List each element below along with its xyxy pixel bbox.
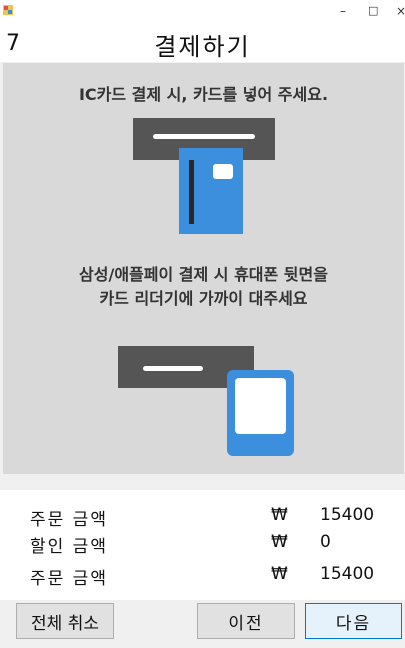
mobile-pay-instruction-line1: 삼성/애플페이 결제 시 휴대폰 뒷면을 bbox=[79, 265, 328, 284]
currency-symbol: ₩ bbox=[271, 532, 288, 552]
summary-row-discount-amount: 할인 금액 ₩ 0 bbox=[0, 530, 405, 557]
close-button[interactable]: × bbox=[396, 4, 405, 18]
ic-card-instruction: IC카드 결제 시, 카드를 넣어 주세요. bbox=[78, 85, 329, 104]
amount-value: 15400 bbox=[320, 505, 375, 525]
order-summary: 주문 금액 ₩ 15400 할인 금액 ₩ 0 주문 금액 ₩ 15400 bbox=[0, 490, 405, 600]
phone-tap-icon bbox=[118, 346, 294, 456]
payment-instruction-panel: IC카드 결제 시, 카드를 넣어 주세요. 삼성/애플페이 결제 시 휴대폰 … bbox=[3, 63, 404, 474]
next-button[interactable]: 다음 bbox=[305, 603, 402, 639]
amount-value: 15400 bbox=[320, 564, 375, 584]
window-titlebar: – □ × bbox=[0, 0, 405, 26]
mobile-pay-instruction: 삼성/애플페이 결제 시 휴대폰 뒷면을 카드 리더기에 가까이 대주세요 bbox=[3, 263, 404, 311]
cancel-all-button[interactable]: 전체 취소 bbox=[16, 603, 114, 639]
maximize-button[interactable]: □ bbox=[368, 4, 378, 18]
mobile-pay-instruction-line2: 카드 리더기에 가까이 대주세요 bbox=[99, 289, 308, 308]
previous-button[interactable]: 이전 bbox=[197, 603, 295, 639]
summary-row-total-amount: 주문 금액 ₩ 15400 bbox=[0, 562, 405, 589]
currency-symbol: ₩ bbox=[271, 505, 288, 525]
row-label: 주문 금액 bbox=[30, 569, 108, 589]
row-label: 주문 금액 bbox=[30, 510, 108, 530]
amount-value: 0 bbox=[320, 532, 331, 552]
summary-row-order-amount: 주문 금액 ₩ 15400 bbox=[0, 503, 405, 530]
app-icon bbox=[3, 5, 13, 15]
row-label: 할인 금액 bbox=[30, 537, 108, 557]
currency-symbol: ₩ bbox=[271, 564, 288, 584]
header: 7 결제하기 bbox=[0, 26, 405, 62]
minimize-button[interactable]: – bbox=[340, 4, 346, 18]
page-title: 결제하기 bbox=[154, 33, 251, 61]
card-reader-icon bbox=[133, 118, 275, 234]
